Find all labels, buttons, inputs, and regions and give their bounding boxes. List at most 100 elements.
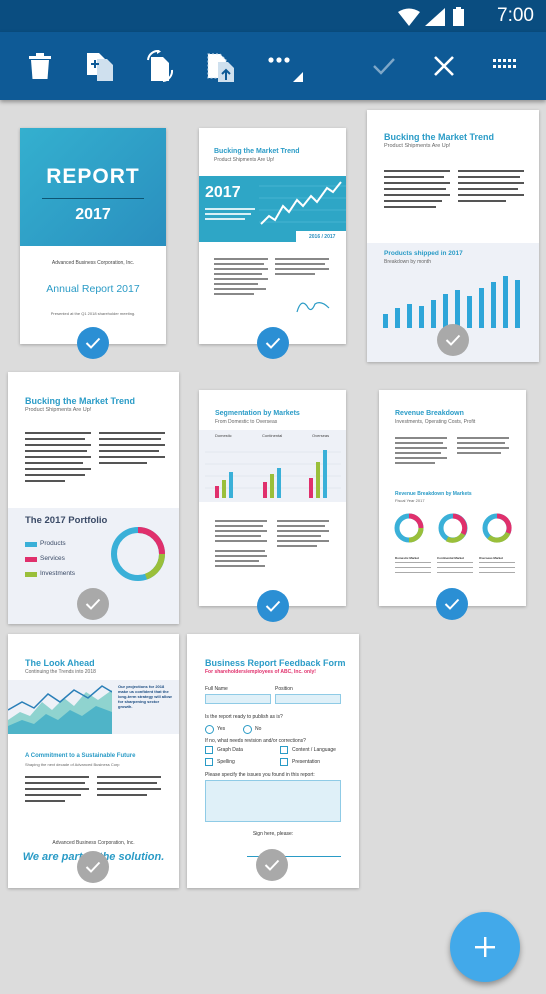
signal-icons	[398, 7, 464, 26]
checkbox-presentation-label: Presentation	[292, 759, 321, 765]
page-2-subtitle: Product Shipments Are Up!	[214, 157, 275, 163]
extract-page-icon	[207, 53, 234, 82]
radio-no[interactable]	[243, 725, 252, 734]
check-icon	[85, 861, 101, 873]
column-domestic: Domestic	[215, 433, 232, 438]
radio-no-label: No	[255, 726, 262, 732]
grid-view-button[interactable]	[480, 32, 532, 100]
check-icon	[264, 859, 280, 871]
checkbox-spelling-label: Spelling	[217, 759, 235, 765]
page-7-checkbox[interactable]	[77, 851, 109, 883]
cover-divider	[42, 198, 144, 199]
cover-title: REPORT	[46, 165, 140, 188]
check-icon	[85, 337, 101, 349]
page-6-chart-subtitle: Fiscal Year 2017	[395, 498, 425, 503]
status-bar: 7:00	[0, 0, 546, 32]
page-7-company: Advanced Business Corporation, Inc.	[52, 840, 135, 846]
page-2-title: Bucking the Market Trend	[214, 148, 300, 155]
page-thumbnail-4[interactable]: Bucking the Market Trend Product Shipmen…	[8, 372, 179, 624]
more-button[interactable]	[256, 32, 308, 100]
page-7-commit-title: A Commitment to a Sustainable Future	[25, 753, 136, 759]
page-3-bar-chart	[383, 276, 520, 328]
grid-view-icon	[493, 59, 516, 68]
page-7-area-chart	[8, 685, 112, 734]
close-icon	[434, 56, 454, 76]
page-2-badge: 2016 / 2017	[309, 234, 336, 240]
page-6-chart-title: Revenue Breakdown by Markets	[395, 491, 472, 497]
page-6-checkbox[interactable]	[436, 588, 468, 620]
page-1-checkbox[interactable]	[77, 327, 109, 359]
column-overseas: Overseas	[312, 433, 330, 438]
legend-services: Services	[40, 555, 65, 562]
cover-company: Advanced Business Corporation, Inc.	[51, 260, 135, 266]
close-button[interactable]	[418, 32, 470, 100]
more-icon	[268, 57, 303, 82]
page-thumbnail-7[interactable]: The Look Ahead Continuing the Trends int…	[8, 634, 179, 888]
page-thumbnail-6[interactable]: Revenue Breakdown Investments, Operating…	[379, 390, 526, 606]
rotate-page-button[interactable]	[134, 32, 186, 100]
delete-button[interactable]	[14, 32, 66, 100]
checkbox-content-language[interactable]	[280, 746, 288, 754]
page-thumbnail-2[interactable]: Bucking the Market Trend Product Shipmen…	[199, 128, 346, 344]
page-5-subtitle: From Domestic to Overseas	[215, 419, 278, 425]
label-position: Position	[275, 686, 293, 692]
checkbox-presentation[interactable]	[280, 758, 288, 766]
page-6-title: Revenue Breakdown	[395, 410, 464, 417]
page-6-subtitle: Investments, Operating Costs, Profit	[395, 419, 476, 425]
page-3-title: Bucking the Market Trend	[384, 132, 495, 142]
page-3-chart-title: Products shipped in 2017	[384, 250, 463, 257]
check-icon	[85, 598, 101, 610]
page-6-donut-charts	[394, 513, 512, 543]
page-7-subtitle: Continuing the Trends into 2018	[25, 669, 96, 675]
page-2-checkbox[interactable]	[257, 327, 289, 359]
page-5-checkbox[interactable]	[257, 590, 289, 622]
label-full-name: Full Name	[205, 686, 228, 692]
page-4-checkbox[interactable]	[77, 588, 109, 620]
market-domestic: Domestic Market	[395, 556, 420, 560]
page-4-title: Bucking the Market Trend	[25, 396, 136, 406]
status-time: 7:00	[497, 5, 534, 26]
plus-icon	[475, 937, 495, 957]
page-4-donut-chart	[111, 527, 165, 581]
check-icon	[445, 334, 461, 346]
issues-textarea[interactable]	[205, 780, 341, 822]
page-8-checkbox[interactable]	[256, 849, 288, 881]
confirm-button[interactable]	[358, 32, 410, 100]
page-toolbar	[0, 32, 546, 100]
add-page-fab[interactable]	[450, 912, 520, 982]
page-8-title: Business Report Feedback Form	[205, 658, 346, 668]
page-4-portfolio-title: The 2017 Portfolio	[25, 515, 108, 526]
add-page-button[interactable]	[74, 32, 126, 100]
page-thumbnail-5[interactable]: Segmentation by Markets From Domestic to…	[199, 390, 346, 606]
radio-yes[interactable]	[205, 725, 214, 734]
sign-label: Sign here, please:	[252, 831, 294, 837]
rotate-page-icon	[147, 50, 174, 82]
page-7-commit-subtitle: Shaping the next decade of Advanced Busi…	[25, 762, 120, 767]
check-icon	[265, 600, 281, 612]
check-icon	[265, 337, 281, 349]
cover-year: 2017	[75, 206, 111, 223]
checkbox-spelling[interactable]	[205, 758, 213, 766]
add-page-icon	[87, 53, 113, 81]
checkbox-graph-data[interactable]	[205, 746, 213, 754]
market-continental: Continental Market	[437, 556, 465, 560]
page-8-subtitle: For shareholders/employees of ABC, Inc. …	[205, 669, 316, 675]
page-2-year: 2017	[205, 184, 241, 201]
full-name-field[interactable]	[205, 694, 271, 704]
radio-yes-label: Yes	[217, 726, 226, 732]
page-5-title: Segmentation by Markets	[215, 410, 300, 417]
page-3-checkbox[interactable]	[437, 324, 469, 356]
cover-subtitle: Annual Report 2017	[46, 283, 140, 295]
checkbox-graph-data-label: Graph Data	[217, 747, 243, 753]
question-issues: Please specify the issues you found in t…	[205, 772, 315, 778]
position-field[interactable]	[275, 694, 341, 704]
confirm-icon	[373, 58, 395, 75]
page-thumbnail-1[interactable]: REPORT 2017 Advanced Business Corporatio…	[20, 128, 166, 344]
question-publish: Is the report ready to publish as is?	[205, 714, 283, 720]
trash-icon	[29, 53, 51, 79]
page-4-subtitle: Product Shipments Are Up!	[25, 407, 92, 413]
extract-page-button[interactable]	[194, 32, 246, 100]
checkbox-content-language-label: Content / Language	[292, 747, 336, 753]
page-7-title: The Look Ahead	[25, 658, 95, 668]
legend-investments: Investments	[40, 570, 76, 577]
